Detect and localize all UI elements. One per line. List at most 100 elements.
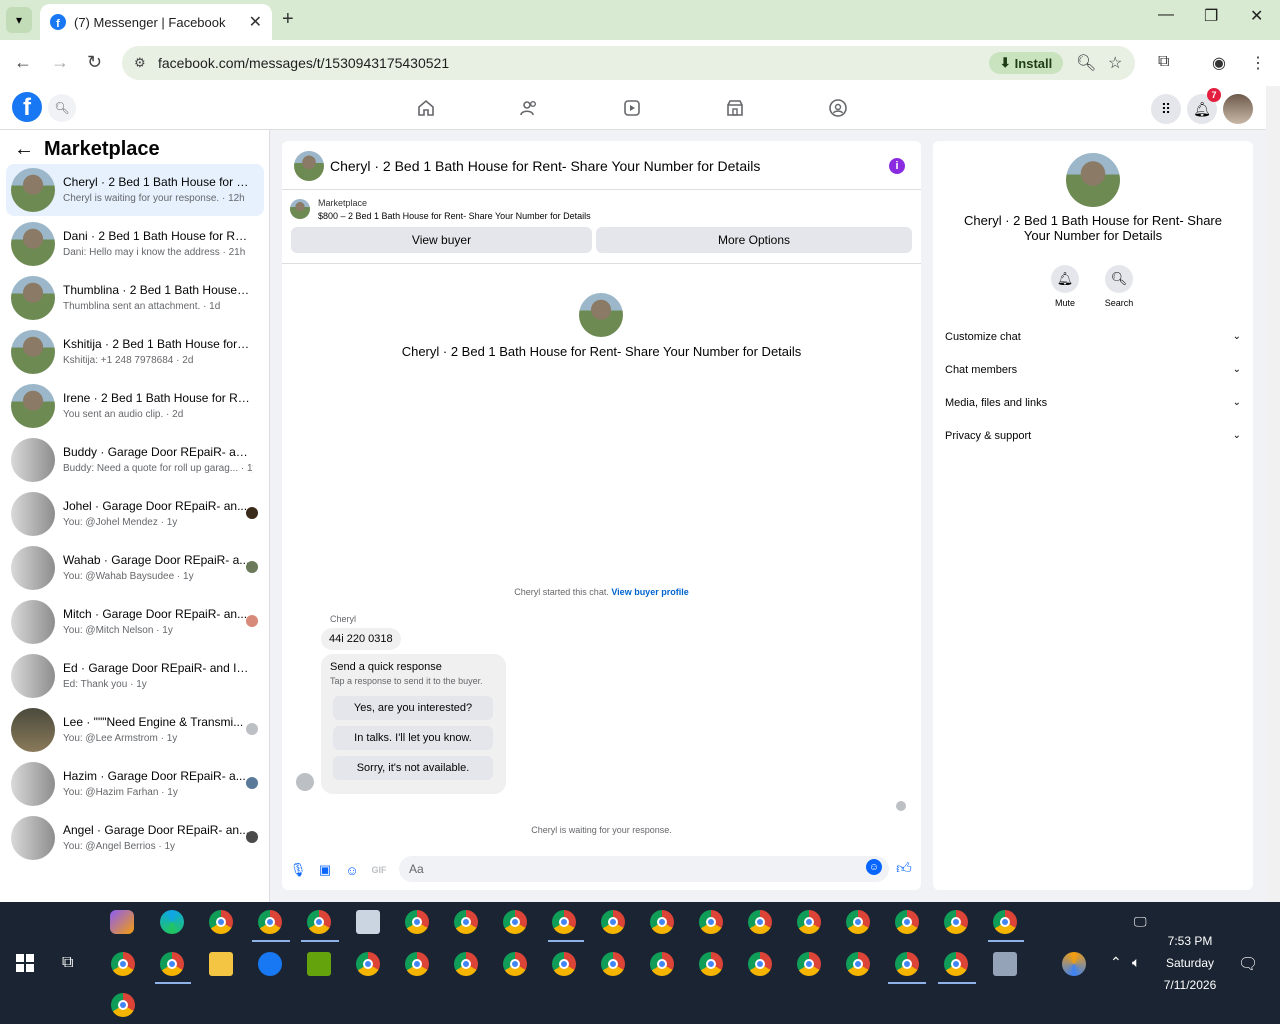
chrome-icon[interactable]: [258, 910, 282, 934]
chrome-icon[interactable]: [454, 910, 478, 934]
home-icon[interactable]: [414, 96, 438, 120]
chrome-icon[interactable]: [601, 910, 625, 934]
chrome-icon[interactable]: [846, 952, 870, 976]
chrome-icon[interactable]: [944, 952, 968, 976]
mute-button[interactable]: 🔔︎ Mute: [1045, 265, 1085, 308]
conversation-item[interactable]: Mitch · Garage Door REpaiR- an... You: @…: [6, 596, 264, 648]
search-icon[interactable]: 🔍︎: [48, 94, 76, 122]
file-explorer-icon[interactable]: [209, 952, 233, 976]
friends-icon[interactable]: [517, 96, 541, 120]
video-icon[interactable]: [620, 96, 644, 120]
chrome-icon[interactable]: [650, 910, 674, 934]
back-arrow-icon[interactable]: ←: [14, 138, 34, 161]
conversation-item[interactable]: Thumblina · 2 Bed 1 Bath House fo... Thu…: [6, 272, 264, 324]
extensions-icon[interactable]: ⧉: [1158, 53, 1169, 71]
conversation-item[interactable]: Buddy · Garage Door REpaiR- and ... Budd…: [6, 434, 264, 486]
tray-app-icon[interactable]: [1062, 952, 1086, 976]
chrome-icon[interactable]: [601, 952, 625, 976]
view-buyer-button[interactable]: View buyer: [291, 227, 592, 253]
menu-kebab-icon[interactable]: ⋮: [1250, 53, 1266, 73]
search-chat-button[interactable]: 🔍︎ Search: [1099, 265, 1139, 308]
edge-icon[interactable]: [160, 910, 184, 934]
chrome-icon[interactable]: [307, 910, 331, 934]
tray-chevron-up-icon[interactable]: ⌃: [1110, 954, 1122, 971]
conversation-item[interactable]: Johel · Garage Door REpaiR- an... You: @…: [6, 488, 264, 540]
browser-tab[interactable]: f (7) Messenger | Facebook ✕: [40, 4, 272, 40]
emoji-icon[interactable]: ☺: [866, 859, 882, 875]
bookmark-star-icon[interactable]: ☆: [1108, 53, 1122, 73]
chrome-icon[interactable]: [993, 910, 1017, 934]
chrome-icon[interactable]: [356, 952, 380, 976]
minimize-icon[interactable]: —: [1158, 6, 1174, 24]
close-window-icon[interactable]: ✕: [1250, 6, 1263, 26]
quick-response-button[interactable]: In talks. I'll let you know.: [333, 726, 493, 750]
app-icon[interactable]: [993, 952, 1017, 976]
chrome-icon[interactable]: [552, 910, 576, 934]
network-icon[interactable]: 🖵: [1134, 914, 1147, 930]
account-avatar[interactable]: [1223, 94, 1253, 124]
page-scrollbar[interactable]: [1266, 86, 1280, 902]
chrome-icon[interactable]: [160, 952, 184, 976]
chrome-icon[interactable]: [454, 952, 478, 976]
menu-grid-icon[interactable]: ⠿: [1151, 94, 1181, 124]
conversation-item[interactable]: Cheryl · 2 Bed 1 Bath House for Re... Ch…: [6, 164, 264, 216]
photo-icon[interactable]: ▣: [317, 862, 333, 878]
privacy-support-row[interactable]: Privacy & support ⌄: [945, 430, 1241, 450]
conversation-item[interactable]: Ed · Garage Door REpaiR- and INS... Ed: …: [6, 650, 264, 702]
facebook-logo-icon[interactable]: f: [12, 92, 42, 122]
chrome-icon[interactable]: [748, 910, 772, 934]
microphone-icon[interactable]: 🎙︎: [290, 862, 307, 878]
chrome-icon[interactable]: [846, 910, 870, 934]
chrome-icon[interactable]: [797, 910, 821, 934]
chrome-icon[interactable]: [503, 910, 527, 934]
chrome-icon[interactable]: [209, 910, 233, 934]
restore-icon[interactable]: ❐: [1204, 6, 1218, 26]
sticker-icon[interactable]: ☺: [344, 862, 360, 878]
new-tab-icon[interactable]: +: [282, 8, 294, 31]
listing-price[interactable]: $800 – 2 Bed 1 Bath House for Rent- Shar…: [318, 211, 591, 221]
chrome-icon[interactable]: [895, 952, 919, 976]
groups-icon[interactable]: [826, 96, 850, 120]
chrome-icon[interactable]: [797, 952, 821, 976]
chrome-icon[interactable]: [944, 910, 968, 934]
info-icon[interactable]: i: [889, 158, 905, 174]
conversation-item[interactable]: Irene · 2 Bed 1 Bath House for Rent... Y…: [6, 380, 264, 432]
chrome-icon[interactable]: [503, 952, 527, 976]
customize-chat-row[interactable]: Customize chat ⌄: [945, 331, 1241, 351]
address-bar[interactable]: ⚙ facebook.com/messages/t/15309431754305…: [122, 46, 1135, 80]
zoom-icon[interactable]: 🔍︎: [1076, 53, 1096, 73]
chat-avatar[interactable]: [294, 151, 324, 181]
thumbs-up-icon[interactable]: 👍︎: [896, 860, 912, 877]
site-info-icon[interactable]: ⚙: [134, 55, 146, 71]
conversation-item[interactable]: Angel · Garage Door REpaiR- an... You: @…: [6, 812, 264, 864]
listing-thumbnail[interactable]: [290, 199, 310, 219]
chrome-icon[interactable]: [748, 952, 772, 976]
tab-search-dropdown-icon[interactable]: ▾: [6, 7, 32, 33]
view-buyer-profile-link[interactable]: View buyer profile: [611, 587, 688, 597]
back-icon[interactable]: ←: [14, 52, 32, 73]
quick-response-button[interactable]: Sorry, it's not available.: [333, 756, 493, 780]
conversation-item[interactable]: Hazim · Garage Door REpaiR- a... You: @H…: [6, 758, 264, 810]
install-app-button[interactable]: ⬇ Install: [989, 52, 1063, 74]
more-options-button[interactable]: More Options: [596, 227, 912, 253]
chrome-icon[interactable]: [650, 952, 674, 976]
forward-icon[interactable]: →: [51, 52, 69, 73]
quick-response-button[interactable]: Yes, are you interested?: [333, 696, 493, 720]
reload-icon[interactable]: ↻: [87, 52, 102, 73]
facebook-app-icon[interactable]: [258, 952, 282, 976]
message-input[interactable]: Aa: [399, 856, 889, 882]
task-view-icon[interactable]: ⧉: [62, 954, 73, 972]
system-clock[interactable]: 7:53 PM Saturday 7/11/2026: [1150, 930, 1230, 996]
windows-start-icon[interactable]: [16, 954, 34, 972]
chat-title[interactable]: Cheryl · 2 Bed 1 Bath House for Rent- Sh…: [330, 158, 760, 174]
app-icon[interactable]: [307, 952, 331, 976]
conversation-item[interactable]: Kshitija · 2 Bed 1 Bath House for R... K…: [6, 326, 264, 378]
chrome-icon[interactable]: [111, 952, 135, 976]
chrome-icon[interactable]: [699, 910, 723, 934]
chat-members-row[interactable]: Chat members ⌄: [945, 364, 1241, 384]
close-tab-icon[interactable]: ✕: [249, 12, 262, 32]
notifications-center-icon[interactable]: 🗨︎: [1238, 954, 1258, 974]
profile-icon[interactable]: ◉: [1212, 53, 1226, 73]
chrome-icon[interactable]: [405, 952, 429, 976]
media-files-links-row[interactable]: Media, files and links ⌄: [945, 397, 1241, 417]
